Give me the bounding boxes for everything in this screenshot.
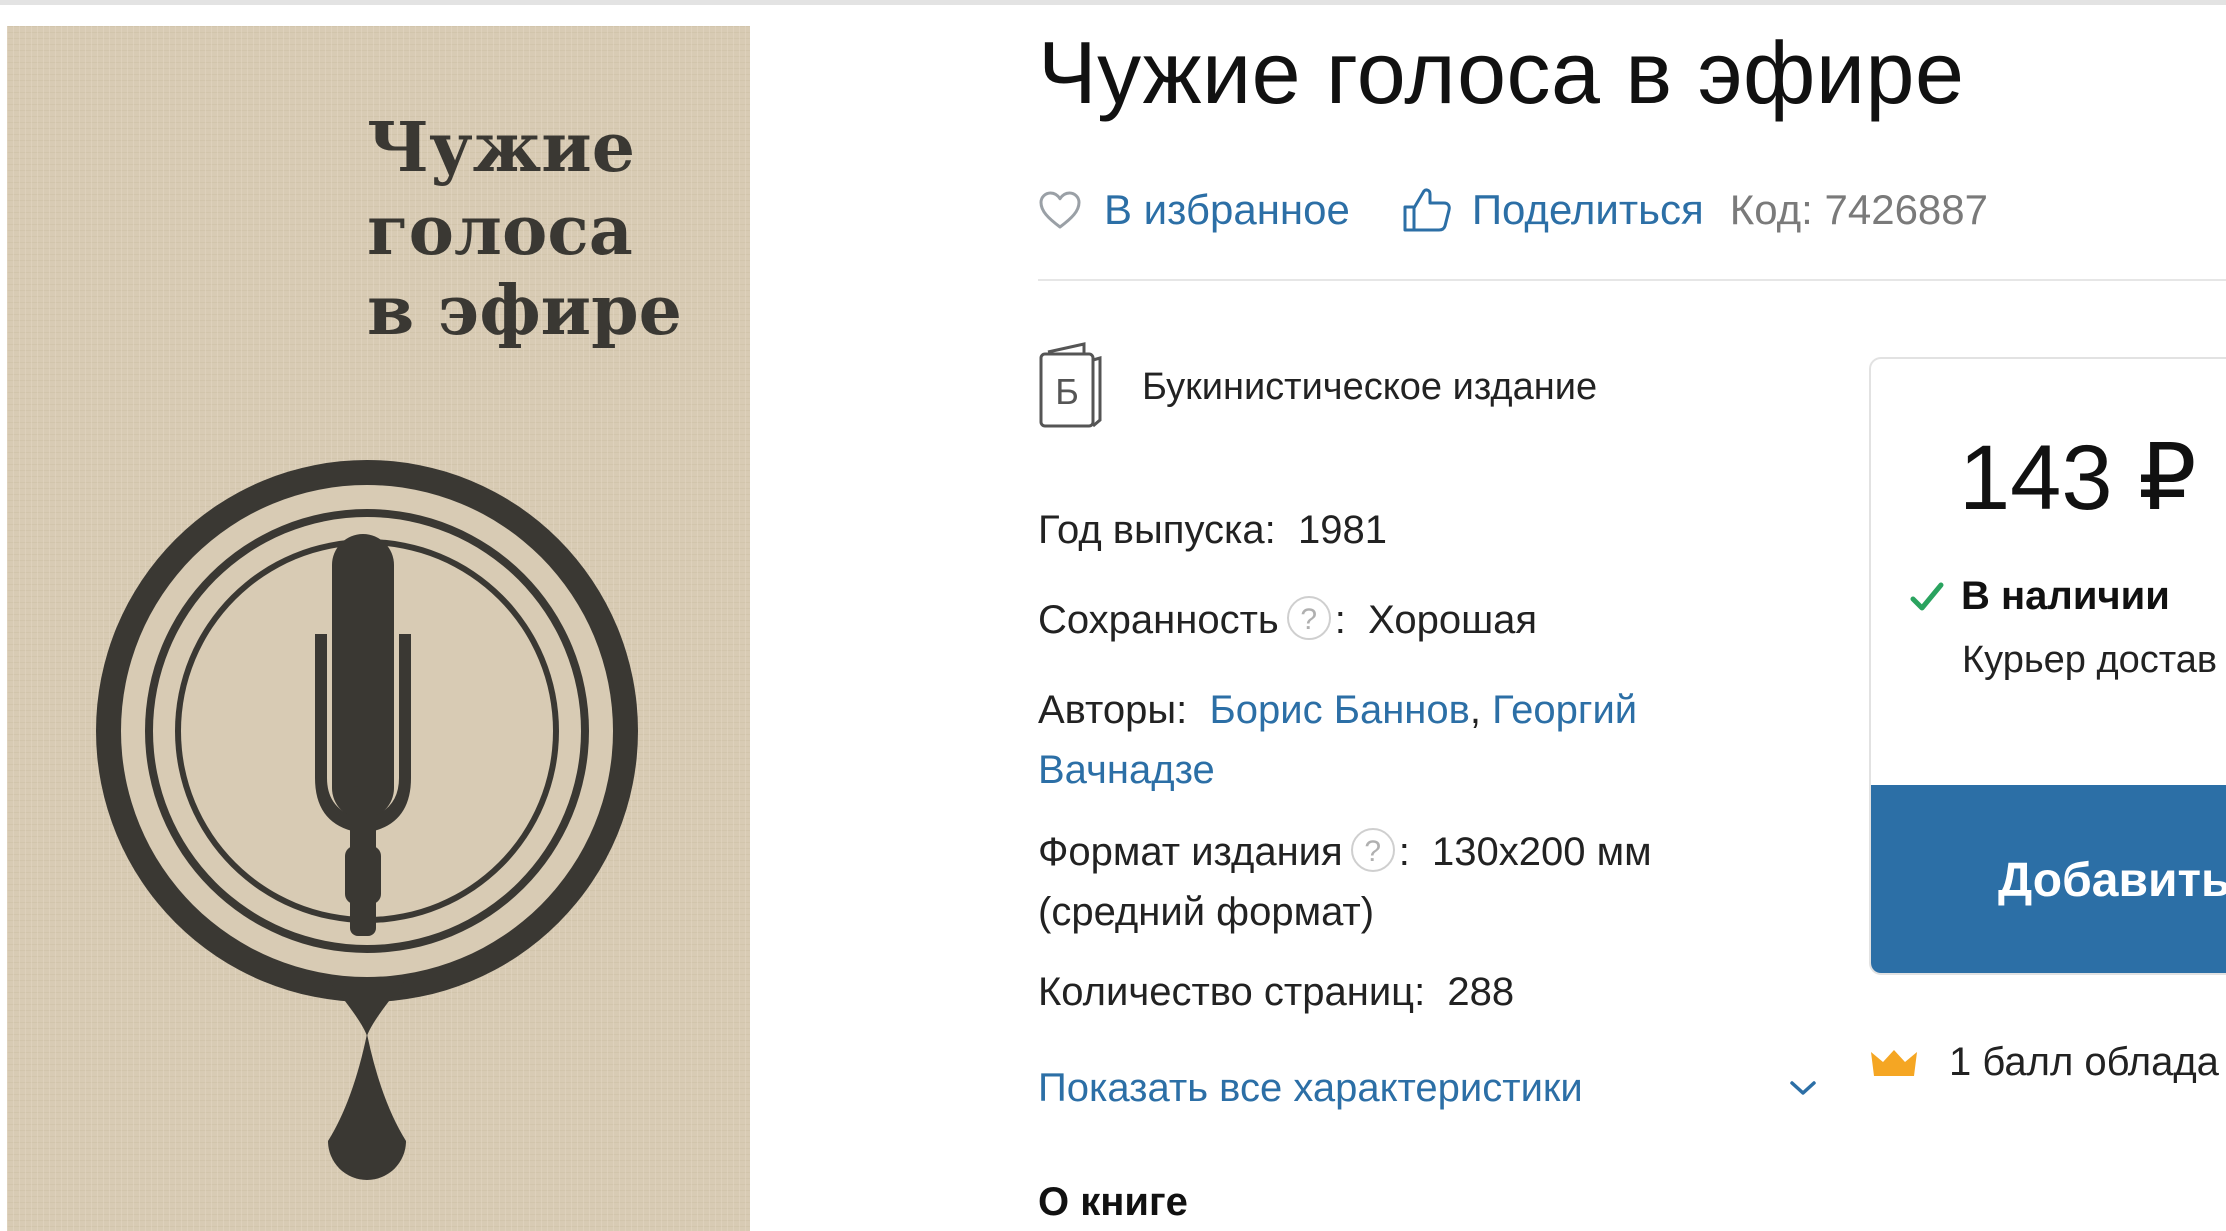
page-title: Чужие голоса в эфире — [1038, 23, 1965, 122]
cover-title-line-2: голоса — [367, 191, 633, 271]
year-key: Год выпуска: — [1038, 508, 1276, 552]
edition-info: Б Букинистическое издание — [1038, 342, 1597, 432]
availability-status: В наличии — [1909, 574, 2170, 619]
condition-key: Сохранность — [1038, 598, 1279, 642]
thumbs-up-icon — [1403, 188, 1451, 232]
format-value: 130x200 мм — [1432, 830, 1652, 874]
favorite-button[interactable]: В избранное — [1038, 186, 1350, 234]
author-link-1[interactable]: Борис Баннов — [1210, 688, 1470, 732]
bonus-text: 1 балл облада — [1949, 1040, 2219, 1084]
author-link-2-cont[interactable]: Вачнадзе — [1038, 748, 1215, 792]
year-value: 1981 — [1298, 508, 1387, 552]
book-icon-letter: Б — [1055, 371, 1079, 412]
cover-title-line-1: Чужие — [367, 108, 635, 188]
author-link-2[interactable]: Георгий — [1492, 688, 1637, 732]
condition-value: Хорошая — [1368, 598, 1538, 642]
format-colon: : — [1398, 830, 1410, 874]
check-icon — [1910, 582, 1944, 610]
cover-illustration: Чужие голоса в эфире — [7, 26, 750, 1231]
crown-icon — [1871, 1049, 1917, 1076]
favorite-label: В избранное — [1104, 186, 1350, 233]
edition-label: Букинистическое издание — [1142, 365, 1598, 408]
divider — [1038, 279, 2226, 281]
pages-row: Количество страниц: 288 — [1038, 962, 1678, 1022]
heart-icon — [1039, 191, 1081, 229]
about-book-heading: О книге — [1038, 1180, 1188, 1224]
add-to-cart-button[interactable]: Добавить — [1871, 785, 2226, 973]
format-help-icon[interactable]: ? — [1350, 828, 1395, 873]
chevron-down-icon — [1790, 1081, 1816, 1095]
share-label: Поделиться — [1471, 186, 1704, 233]
top-border — [0, 0, 2226, 5]
year-row: Год выпуска: 1981 — [1038, 500, 1678, 560]
condition-colon: : — [1334, 598, 1346, 642]
purchase-box: 143 ₽ В наличии Курьер достав Добавить — [1869, 357, 2226, 975]
format-key: Формат издания — [1038, 830, 1343, 874]
bonus-info: 1 балл облада — [1869, 1040, 2219, 1085]
format-row: Формат издания?: 130x200 мм (средний фор… — [1038, 822, 1678, 942]
share-button[interactable]: Поделиться — [1402, 186, 1704, 234]
book-icon: Б — [1039, 342, 1102, 428]
condition-help-icon[interactable]: ? — [1286, 596, 1331, 641]
author-separator: , — [1469, 688, 1482, 732]
authors-row: Авторы: Борис Баннов, Георгий Вачнадзе — [1038, 680, 1678, 800]
show-all-label: Показать все характеристики — [1038, 1065, 1583, 1110]
show-all-characteristics-link[interactable]: Показать все характеристики — [1038, 1058, 1818, 1118]
product-actions: В избранное Поделиться Код: 7426887 — [1038, 175, 1988, 245]
condition-row: Сохранность?: Хорошая — [1038, 590, 1678, 650]
format-value-cont: (средний формат) — [1038, 890, 1375, 934]
cover-title-line-3: в эфире — [367, 271, 682, 351]
product-code: Код: 7426887 — [1729, 186, 1989, 233]
price: 143 ₽ — [1959, 427, 2197, 529]
courier-delivery-text: Курьер достав — [1962, 639, 2218, 681]
availability-label: В наличии — [1961, 574, 2170, 618]
book-cover-image[interactable]: Чужие голоса в эфире — [7, 26, 750, 1231]
pages-key: Количество страниц: — [1038, 970, 1426, 1014]
authors-key: Авторы: — [1038, 688, 1188, 732]
pages-value: 288 — [1447, 970, 1515, 1014]
